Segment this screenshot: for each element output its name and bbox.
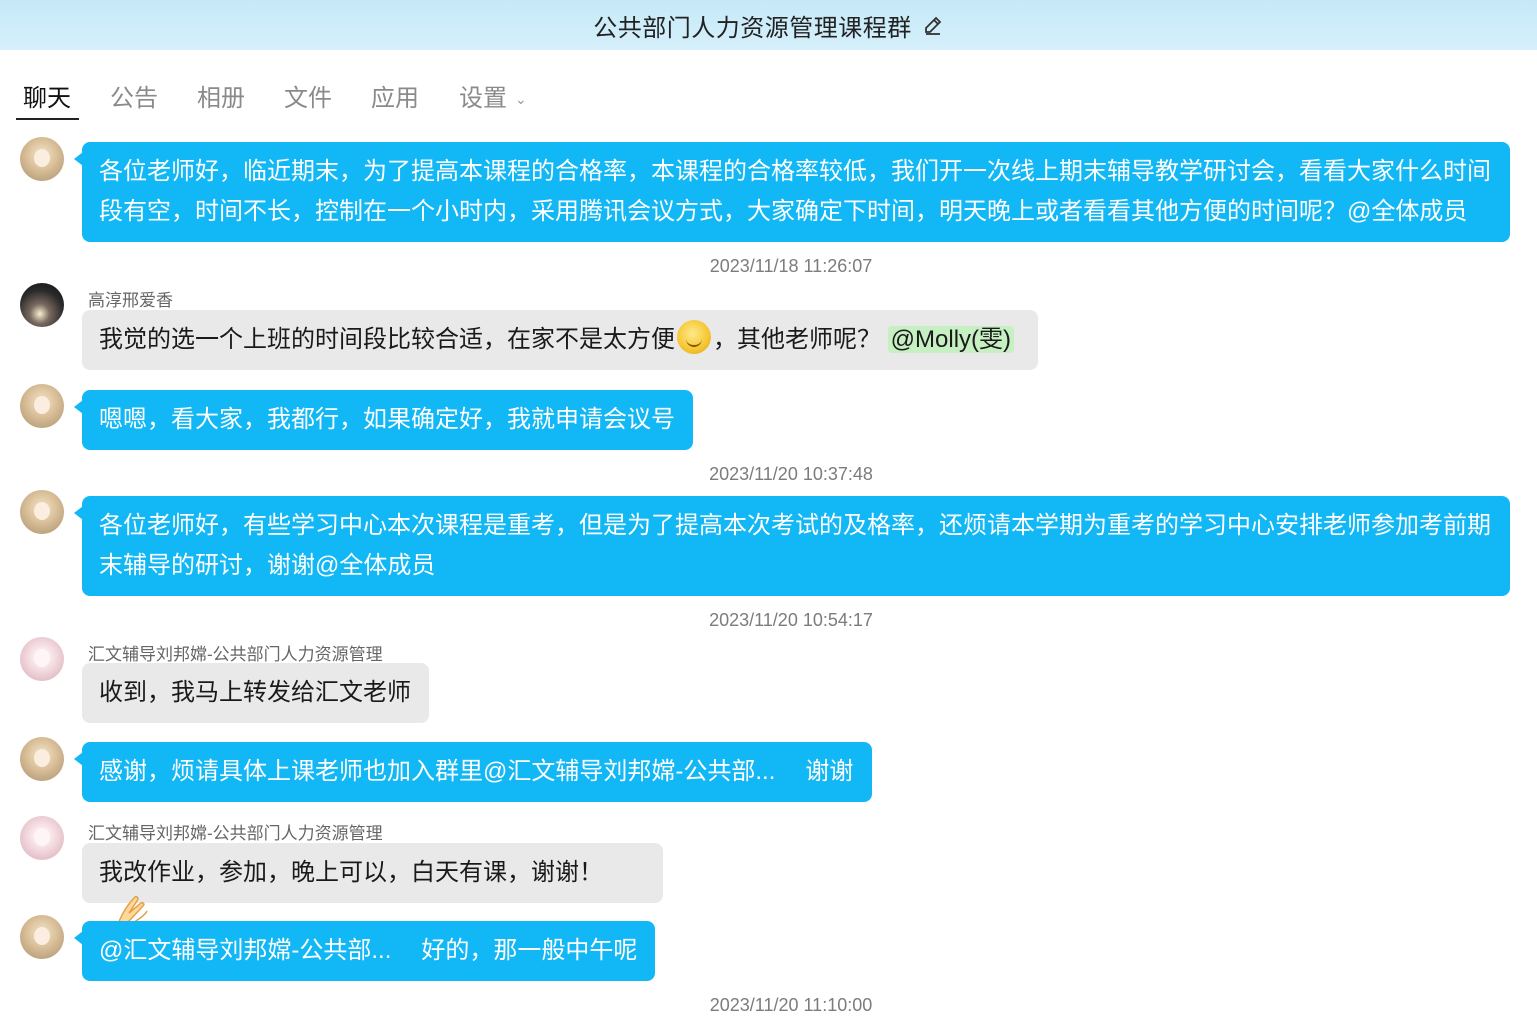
message-line: 各位老师好，临近期末，为了提高本课程的合格率，本课程的合格率较低，我们开一次线上… <box>99 158 1491 185</box>
tab-label: 文件 <box>284 85 332 112</box>
tab-label: 相册 <box>197 85 245 112</box>
timestamp: 2023/11/20 11:10:00 <box>709 995 873 1015</box>
tab-files[interactable]: 文件 <box>284 72 332 120</box>
sender-name: 汇文辅导刘邦嫦-公共部门人力资源管理 <box>88 645 383 664</box>
title-bar: 公共部门人力资源管理课程群 <box>0 0 1537 50</box>
avatar[interactable] <box>20 283 64 327</box>
tab-label: 公告 <box>110 85 158 112</box>
message-bubble[interactable]: 收到，我马上转发给汇文老师 <box>82 663 429 723</box>
message-text: 好的，那一般中午呢 <box>421 937 638 964</box>
group-title: 公共部门人力资源管理课程群 <box>593 14 912 42</box>
mention-tag[interactable]: @Molly(雯) <box>887 326 1015 353</box>
message-line: 末辅导的研讨，谢谢@全体成员 <box>99 552 436 579</box>
avatar[interactable] <box>20 490 64 534</box>
tab-chat[interactable]: 聊天 <box>16 72 79 120</box>
avatar[interactable] <box>20 637 64 681</box>
message-text: 我改作业，参加，晚上可以，白天有课，谢谢！ <box>99 859 603 886</box>
sender-name: 高淳邢爱香 <box>88 291 173 310</box>
sender-name: 汇文辅导刘邦嫦-公共部门人力资源管理 <box>88 824 383 843</box>
message-bubble[interactable]: 各位老师好，有些学习中心本次课程是重考，但是为了提高本次考试的及格率，还烦请本学… <box>74 496 1510 596</box>
avatar[interactable] <box>20 384 64 428</box>
tab-label: 设置 <box>459 85 507 112</box>
tab-label: 应用 <box>371 85 419 112</box>
message-bubble[interactable]: 我改作业，参加，晚上可以，白天有课，谢谢！ <box>82 843 663 928</box>
avatar[interactable] <box>20 915 64 959</box>
tab-announcements[interactable]: 公告 <box>110 72 158 120</box>
message-bubble[interactable]: @汇文辅导刘邦嫦-公共部... 好的，那一般中午呢 <box>74 921 655 981</box>
tab-apps[interactable]: 应用 <box>371 72 419 120</box>
message-bubble[interactable]: 各位老师好，临近期末，为了提高本课程的合格率，本课程的合格率较低，我们开一次线上… <box>74 142 1510 242</box>
message-line: 各位老师好，有些学习中心本次课程是重考，但是为了提高本次考试的及格率，还烦请本学… <box>99 512 1491 539</box>
timestamp: 2023/11/20 10:54:17 <box>709 610 873 630</box>
message-text: 收到，我马上转发给汇文老师 <box>99 679 411 706</box>
avatar[interactable] <box>20 137 64 181</box>
message-text: 嗯嗯，看大家，我都行，如果确定好，我就申请会议号 <box>99 406 675 433</box>
message-text: @汇文辅导刘邦嫦-公共部... <box>99 937 392 964</box>
message-text: ，其他老师呢？ <box>713 326 881 353</box>
message-bubble[interactable]: 感谢，烦请具体上课老师也加入群里@汇文辅导刘邦嫦-公共部... 谢谢 <box>74 742 872 802</box>
message-bubble[interactable]: 嗯嗯，看大家，我都行，如果确定好，我就申请会议号 <box>74 390 693 450</box>
tab-label: 聊天 <box>23 85 71 112</box>
pencil-icon[interactable] <box>922 14 944 36</box>
message-text: 感谢，烦请具体上课老师也加入群里@汇文辅导刘邦嫦-公共部... <box>99 758 776 785</box>
timestamp: 2023/11/20 10:37:48 <box>709 464 873 484</box>
chevron-down-icon: ⌄ <box>515 91 527 108</box>
message-text: 我觉的选一个上班的时间段比较合适，在家不是太方便 <box>99 326 675 353</box>
tab-settings[interactable]: 设置 ⌄ <box>459 72 527 120</box>
smile-emoji-icon <box>677 320 711 354</box>
avatar[interactable] <box>20 816 64 860</box>
timestamp: 2023/11/18 11:26:07 <box>709 256 873 276</box>
message-line: 段有空，时间不长，控制在一个小时内，采用腾讯会议方式，大家确定下时间，明天晚上或… <box>99 198 1468 225</box>
tab-bar: 聊天 公告 相册 文件 应用 设置 ⌄ <box>0 72 1537 126</box>
message-bubble[interactable]: 我觉的选一个上班的时间段比较合适，在家不是太方便 ，其他老师呢？ @Molly(雯… <box>82 310 1038 370</box>
message-text: 谢谢 <box>805 758 854 785</box>
tab-album[interactable]: 相册 <box>197 72 245 120</box>
avatar[interactable] <box>20 737 64 781</box>
